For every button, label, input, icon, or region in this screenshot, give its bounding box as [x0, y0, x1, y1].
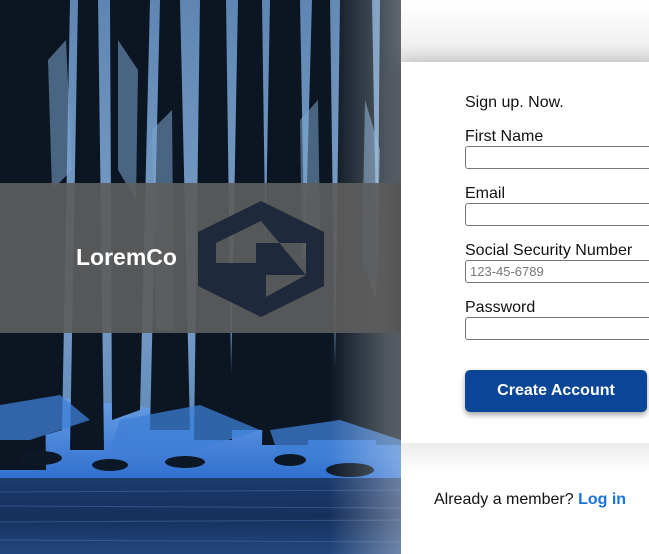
password-input[interactable]	[465, 317, 649, 340]
signup-page: LoremCo Sign up. Now. First Name Email S…	[0, 0, 649, 554]
first-name-label: First Name	[465, 128, 544, 145]
hero-image: LoremCo	[0, 0, 401, 554]
ssn-input[interactable]	[465, 260, 649, 283]
ssn-label: Social Security Number	[465, 242, 633, 259]
create-account-button[interactable]: Create Account	[465, 370, 647, 412]
header-shadow	[401, 0, 649, 62]
first-name-input[interactable]	[465, 146, 649, 169]
card-shadow	[401, 443, 649, 473]
form-heading: Sign up. Now.	[465, 94, 564, 111]
email-input[interactable]	[465, 203, 649, 226]
hexagon-s-logo-icon[interactable]	[196, 199, 326, 319]
login-prompt: Already a member? Log in	[434, 491, 626, 509]
email-label: Email	[465, 185, 506, 202]
brand-name: LoremCo	[76, 244, 177, 270]
password-label: Password	[465, 299, 536, 316]
login-link[interactable]: Log in	[578, 491, 626, 508]
login-prompt-text: Already a member?	[434, 491, 574, 508]
